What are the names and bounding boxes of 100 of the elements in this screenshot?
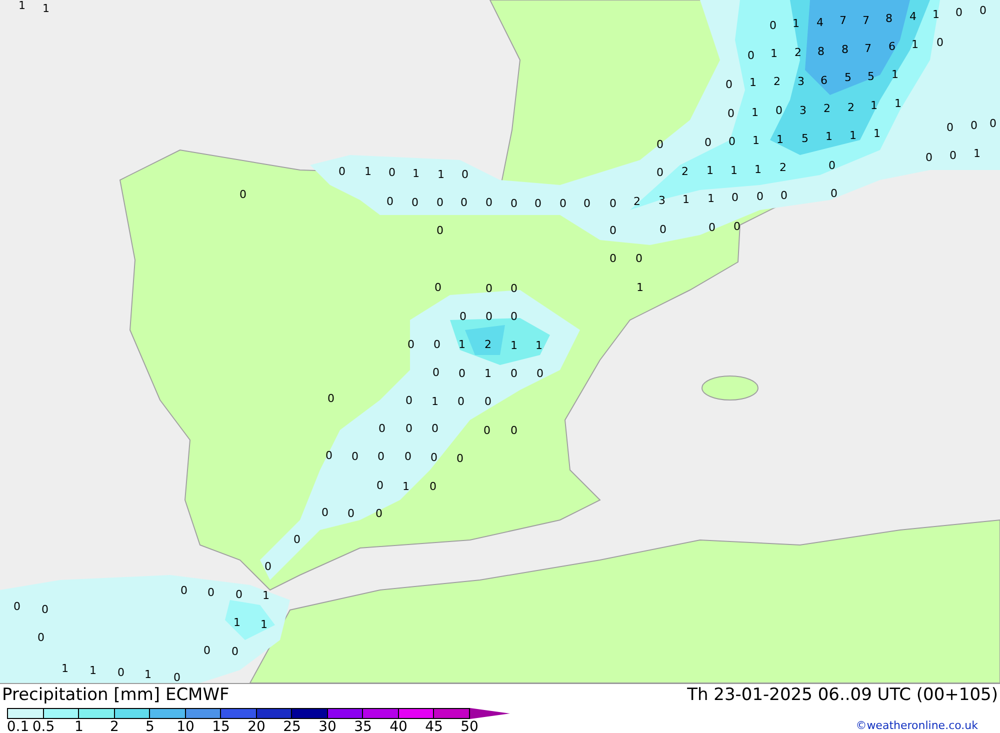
value-label: 0 [436, 224, 444, 237]
value-label: 1 [750, 76, 756, 89]
value-label: 0 [42, 603, 48, 616]
scale-label: 30 [318, 719, 336, 733]
value-label: 0 [204, 644, 210, 657]
value-label: 2 [774, 75, 780, 88]
value-label: 0 [458, 367, 466, 380]
value-label: 0 [456, 452, 464, 465]
value-label: 0 [534, 197, 542, 210]
value-label: 7 [840, 14, 846, 27]
value-label: 1 [682, 193, 690, 206]
value-label: 0 [348, 507, 354, 520]
value-label: 0 [970, 119, 978, 132]
value-label: 8 [842, 43, 848, 56]
value-label: 0 [486, 310, 492, 323]
scale-label: 0.5 [32, 719, 55, 733]
value-label: 1 [708, 192, 714, 205]
value-label: 0 [956, 6, 962, 19]
value-label: 0 [232, 645, 238, 658]
value-label: 1 [752, 106, 758, 119]
value-label: 0 [412, 196, 418, 209]
value-label: 0 [434, 338, 440, 351]
value-label: 1 [850, 129, 856, 142]
value-label: 0 [236, 588, 242, 601]
value-label: 3 [798, 75, 804, 88]
value-label: 0 [636, 252, 642, 265]
value-label: 1 [536, 339, 542, 352]
value-label: 0 [180, 584, 188, 597]
value-label: 0 [462, 168, 468, 181]
value-label: 0 [436, 196, 444, 209]
value-label: 7 [862, 14, 870, 27]
scale-label: 50 [460, 719, 478, 733]
value-label: 0 [38, 631, 44, 644]
value-label: 0 [510, 424, 518, 437]
value-label: 0 [174, 671, 180, 683]
value-label: 0 [434, 281, 442, 294]
value-label: 0 [328, 392, 334, 405]
scale-label: 35 [354, 719, 372, 733]
value-label: 1 [144, 668, 152, 681]
value-label: 0 [430, 480, 436, 493]
value-label: 0 [926, 151, 932, 164]
scale-label: 0.1 [6, 719, 30, 733]
value-label: 1 [636, 281, 644, 294]
value-label: 1 [412, 167, 420, 180]
value-label: 1 [776, 133, 784, 146]
value-label: 0 [510, 310, 518, 323]
value-label: 2 [848, 101, 854, 114]
value-label: 1 [458, 338, 466, 351]
value-label: 1 [62, 662, 68, 675]
value-label: 0 [830, 187, 838, 200]
value-label: 0 [208, 586, 214, 599]
scale-label: 10 [176, 719, 194, 733]
value-label: 1 [484, 367, 492, 380]
value-label: 0 [610, 252, 616, 265]
value-label: 0 [780, 189, 788, 202]
value-label: 0 [660, 223, 666, 236]
value-label: 8 [818, 45, 824, 58]
value-label: 0 [458, 395, 464, 408]
value-label: 0 [484, 424, 490, 437]
value-label: 1 [932, 8, 940, 21]
value-label: 0 [560, 197, 566, 210]
value-label: 0 [378, 450, 384, 463]
value-label: 1 [730, 164, 738, 177]
scale-label: 45 [425, 719, 443, 733]
value-label: 0 [376, 479, 384, 492]
value-label: 0 [828, 159, 836, 172]
value-label: 0 [484, 395, 492, 408]
value-label: 0 [704, 136, 712, 149]
value-label: 0 [946, 121, 954, 134]
value-label: 0 [656, 166, 664, 179]
value-label: 1 [826, 130, 832, 143]
value-label: 0 [460, 196, 468, 209]
value-label: 1 [18, 0, 26, 12]
value-label: 0 [510, 197, 518, 210]
credit-link[interactable]: ©weatheronline.co.uk [856, 718, 978, 733]
scale-label: 25 [283, 719, 301, 733]
value-label: 0 [990, 117, 996, 130]
value-label: 0 [404, 450, 412, 463]
value-label: 2 [794, 46, 802, 59]
value-label: 0 [734, 220, 740, 233]
value-label: 2 [634, 195, 640, 208]
value-label: 1 [706, 164, 714, 177]
value-label: 5 [802, 132, 808, 145]
value-label: 1 [262, 589, 270, 602]
value-label: 0 [326, 449, 332, 462]
value-label: 0 [748, 49, 754, 62]
value-label: 0 [656, 138, 664, 151]
value-label: 3 [800, 104, 806, 117]
value-label: 5 [844, 71, 852, 84]
value-label: 0 [980, 4, 986, 17]
scale-label: 40 [390, 719, 408, 733]
value-label: 0 [728, 107, 734, 120]
value-label: 1 [874, 127, 880, 140]
value-label: 1 [752, 134, 760, 147]
value-label: 0 [708, 221, 716, 234]
value-label: 1 [870, 99, 878, 112]
value-label: 1 [770, 47, 778, 60]
value-label: 0 [536, 367, 544, 380]
value-label: 0 [732, 191, 738, 204]
value-label: 1 [892, 68, 898, 81]
